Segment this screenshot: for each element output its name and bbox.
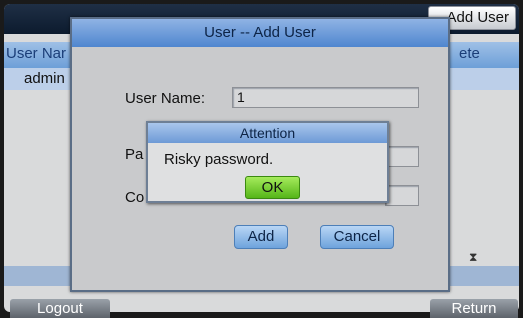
dialog-title: User -- Add User xyxy=(204,24,316,41)
cancel-button[interactable]: Cancel xyxy=(320,225,394,249)
password-input[interactable] xyxy=(385,146,419,167)
ok-button[interactable]: OK xyxy=(245,176,300,199)
column-header-delete: ete xyxy=(459,45,480,62)
username-label: User Name: xyxy=(125,90,206,107)
logout-button[interactable]: Logout xyxy=(10,299,110,318)
confirm-password-input[interactable] xyxy=(385,185,419,206)
column-header-username: User Nar xyxy=(6,45,67,62)
confirm-password-label: Co xyxy=(125,189,145,206)
table-cell-username: admin xyxy=(24,70,65,87)
attention-popup: Attention Risky password. OK xyxy=(146,121,389,203)
attention-title: Attention xyxy=(239,125,296,141)
hourglass-icon: ⧗ xyxy=(469,250,478,264)
attention-message: Risky password. xyxy=(164,151,274,168)
username-input[interactable]: 1 xyxy=(232,87,419,108)
return-button[interactable]: Return xyxy=(430,299,518,318)
password-label: Pa xyxy=(125,146,144,163)
add-button[interactable]: Add xyxy=(234,225,288,249)
